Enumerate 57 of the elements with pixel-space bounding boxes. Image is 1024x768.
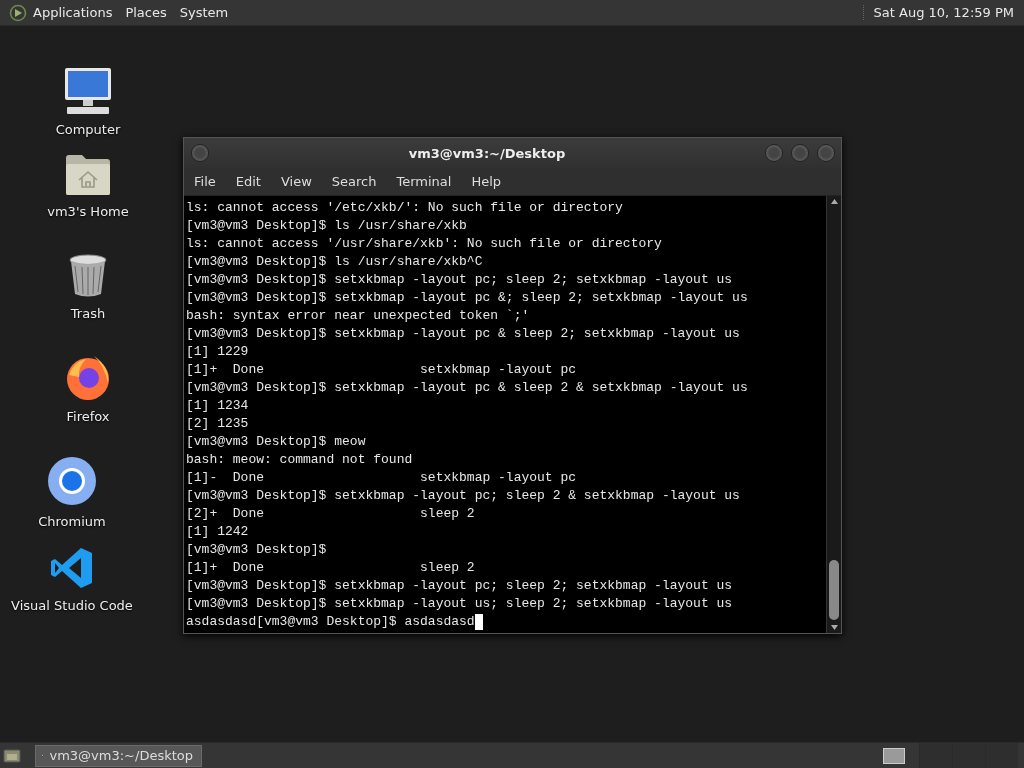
terminal-line: [1]+ Done setxkbmap -layout pc [186,361,577,379]
workspace-switcher[interactable] [883,743,1018,768]
desktop-icon-label[interactable]: Chromium [38,514,106,529]
desktop-icon-label[interactable]: Computer [55,122,121,137]
terminal-line: ls: cannot access '/etc/xkb/': No such file or directory [186,199,623,217]
desktop-icon-label[interactable]: Firefox [66,409,110,424]
scrollbar[interactable] [826,196,841,633]
desktop-icon-label[interactable]: Visual Studio Code [11,598,133,613]
terminal-line: bash: syntax error near unexpected token `;' [186,307,530,325]
panel-menu[interactable]: Places [125,5,167,20]
terminal-line: [1]+ Done sleep 2 [186,559,475,577]
panel-menu[interactable]: Applications [33,5,113,20]
scroll-up-icon[interactable] [830,199,838,204]
terminal-line: [vm3@vm3 Desktop]$ [186,541,327,559]
text-cursor [474,614,483,630]
menu-item[interactable]: View [280,174,312,189]
terminal-line: [vm3@vm3 Desktop]$ setxkbmap -layout pc; sleep 2; setxkbmap -layout us [186,271,733,289]
terminal-line: [2]+ Done sleep 2 [186,505,475,523]
terminal-line: [vm3@vm3 Desktop]$ setxkbmap -layout pc &; sleep 2; setxkbmap -layout us [186,289,748,307]
menu-item[interactable]: Help [471,174,502,189]
workspace-thumbnail[interactable] [883,748,905,764]
terminal-line: bash: meow: command not found [186,451,413,469]
menu-item[interactable]: File [194,174,216,189]
terminal-line: [vm3@vm3 Desktop]$ setxkbmap -layout us; sleep 2; setxkbmap -layout us [186,595,733,613]
menu-item[interactable]: Edit [235,174,261,189]
scroll-down-icon[interactable] [830,625,838,630]
terminal-line: ls: cannot access '/usr/share/xkb': No such file or directory [186,235,662,253]
terminal-line: [vm3@vm3 Desktop]$ setxkbmap -layout pc & sleep 2; setxkbmap -layout us [186,325,740,343]
terminal-line: [1] 1234 [186,397,249,415]
terminal-line: [vm3@vm3 Desktop]$ ls /usr/share/xkb^C [186,253,483,271]
terminal-line: [vm3@vm3 Desktop]$ setxkbmap -layout pc; sleep 2; setxkbmap -layout us [186,577,733,595]
scroll-thumb[interactable] [829,560,839,620]
window-title: vm3@vm3:~/Desktop [407,145,567,161]
computer-icon[interactable] [63,66,113,116]
menu-logo-icon[interactable] [9,3,27,22]
terminal-line: asdasdasd[vm3@vm3 Desktop]$ asdasdasd [186,613,475,631]
desktop-icon-label[interactable]: vm3's Home [47,204,129,219]
browser-circle-icon[interactable] [47,456,97,506]
home-folder-icon[interactable] [65,154,111,196]
trash-icon[interactable] [69,254,107,298]
show-desktop-icon[interactable] [3,747,21,764]
browser-flame-icon[interactable] [64,353,112,401]
terminal-line: [vm3@vm3 Desktop]$ setxkbmap -layout pc; sleep 2 & setxkbmap -layout us [186,487,740,505]
terminal-line: [1]- Done setxkbmap -layout pc [186,469,577,487]
clock[interactable]: Sat Aug 10, 12:59 PM [862,5,1014,20]
desktop-icon-label[interactable]: Trash [70,306,106,321]
panel-menu[interactable]: System [179,5,229,20]
code-editor-icon[interactable] [50,546,94,590]
terminal-line: [vm3@vm3 Desktop]$ setxkbmap -layout pc & sleep 2 & setxkbmap -layout us [186,379,748,397]
terminal-line: [2] 1235 [186,415,249,433]
terminal-line: [vm3@vm3 Desktop]$ meow [186,433,366,451]
menu-item[interactable]: Search [331,174,377,189]
terminal-line: [1] 1229 [186,343,249,361]
terminal-line: [1] 1242 [186,523,249,541]
taskbar-window-button[interactable]: vm3@vm3:~/Desktop [35,744,202,767]
terminal-line: [vm3@vm3 Desktop]$ ls /usr/share/xkb [186,217,467,235]
menu-item[interactable]: Terminal [396,174,452,189]
